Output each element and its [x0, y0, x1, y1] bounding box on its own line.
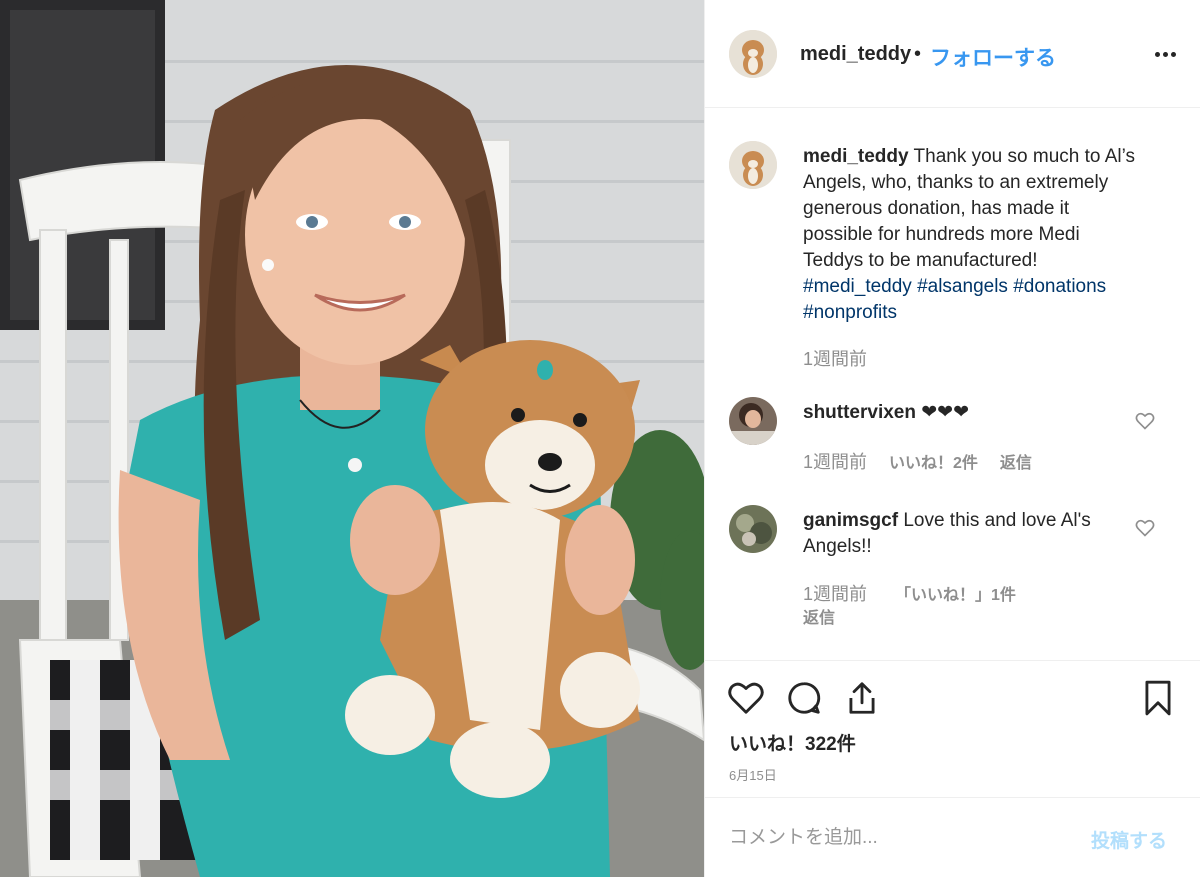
comment-input[interactable] [729, 822, 1069, 854]
share-icon[interactable] [843, 679, 881, 717]
commenter-avatar[interactable] [729, 397, 777, 445]
more-options-icon[interactable] [1147, 32, 1183, 72]
comment: shuttervixen ❤❤❤ [803, 400, 969, 426]
follow-button[interactable]: フォローする [930, 42, 1056, 72]
post-actions: いいね！322件 6月15日 [705, 660, 1200, 797]
caption-username[interactable]: medi_teddy [803, 146, 909, 167]
caption-timestamp[interactable]: 1週間前 [803, 345, 867, 371]
heart-icon[interactable] [727, 679, 765, 717]
comment-timestamp[interactable]: 1週間前 [803, 580, 867, 606]
post-caption: medi_teddy Thank you so much to Al’s Ang… [803, 144, 1143, 326]
comment-like-heart-icon[interactable] [1135, 411, 1155, 431]
photo-girl-with-teddy-bear [0, 0, 704, 877]
comment: ganimsgcf Love this and love Al's Angels… [803, 508, 1123, 560]
post-date[interactable]: 6月15日 [729, 765, 777, 784]
header-separator: • [914, 43, 922, 65]
teddy-avatar-icon [729, 141, 777, 189]
user-avatar-icon [729, 397, 777, 445]
teddy-avatar-icon [729, 30, 777, 78]
hashtag[interactable]: #medi_teddy [803, 276, 912, 297]
reply-button[interactable]: 返信 [1000, 449, 1032, 473]
header-username[interactable]: medi_teddy [800, 43, 911, 66]
post-header: medi_teddy • フォローする [705, 0, 1200, 108]
commenter-avatar[interactable] [729, 505, 777, 553]
hashtag[interactable]: #alsangels [917, 276, 1008, 297]
bookmark-icon[interactable] [1139, 679, 1177, 717]
likes-count[interactable]: いいね！322件 [729, 729, 856, 756]
profile-avatar[interactable] [729, 30, 777, 78]
comment-username[interactable]: ganimsgcf [803, 510, 898, 531]
comment-timestamp[interactable]: 1週間前 [803, 448, 867, 474]
post-photo[interactable] [0, 0, 704, 877]
reply-button[interactable]: 返信 [803, 604, 835, 628]
comment-icon[interactable] [785, 679, 823, 717]
hashtag[interactable]: #nonprofits [803, 302, 897, 323]
comment-like-heart-icon[interactable] [1135, 518, 1155, 538]
comment-likes[interactable]: いいね！2件 [889, 449, 978, 473]
caption-avatar[interactable] [729, 141, 777, 189]
user-avatar-icon [729, 505, 777, 553]
comment-meta: 1週間前 いいね！2件 返信 [803, 448, 1032, 474]
post-side-panel: medi_teddy • フォローする medi_teddy Thank you… [704, 0, 1200, 877]
post-comment-button[interactable]: 投稿する [1091, 826, 1167, 853]
add-comment-bar: 投稿する [705, 797, 1200, 877]
comment-likes[interactable]: 「いいね！」1件 [895, 581, 1016, 605]
hashtag[interactable]: #donations [1013, 276, 1106, 297]
comment-username[interactable]: shuttervixen [803, 402, 916, 423]
comment-text: ❤❤❤ [921, 402, 970, 423]
comment-meta: 1週間前 「いいね！」1件 [803, 580, 1016, 606]
